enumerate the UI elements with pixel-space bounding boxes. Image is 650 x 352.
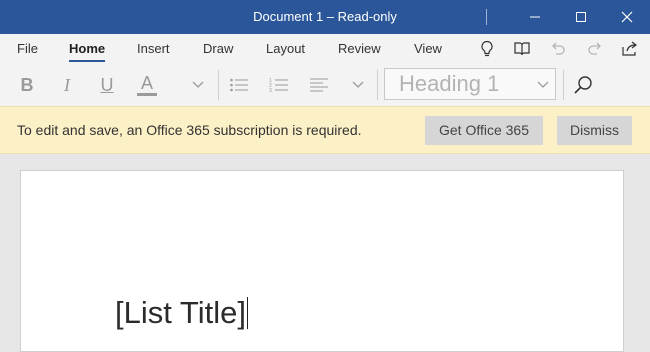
- minimize-button[interactable]: [512, 0, 558, 34]
- share-icon[interactable]: [618, 39, 642, 59]
- maximize-icon: [576, 12, 586, 22]
- vertical-scrollbar[interactable]: [640, 154, 650, 340]
- tab-file[interactable]: File: [17, 34, 38, 64]
- dismiss-button[interactable]: Dismiss: [557, 116, 632, 145]
- find-button[interactable]: [570, 70, 596, 100]
- tab-label: Layout: [266, 41, 306, 56]
- style-dropdown-value: Heading 1: [399, 71, 500, 96]
- formatting-toolbar: B I U A 123 Heading 1: [0, 64, 650, 106]
- tab-layout[interactable]: Layout: [266, 34, 305, 64]
- list-title-content: [List Title]: [115, 295, 246, 330]
- font-options-dropdown[interactable]: [188, 70, 208, 100]
- document-page[interactable]: [List Title]: [20, 170, 624, 352]
- tab-label: View: [414, 41, 442, 56]
- search-icon: [574, 76, 592, 94]
- text-cursor: [246, 297, 249, 329]
- toolbar-divider: [218, 70, 219, 100]
- tab-insert[interactable]: Insert: [137, 34, 170, 64]
- ribbon-tabs: File Home Insert Draw Layout Review View: [0, 34, 650, 64]
- get-office-button[interactable]: Get Office 365: [425, 116, 543, 145]
- svg-text:3: 3: [269, 88, 272, 93]
- tab-home[interactable]: Home: [69, 34, 106, 64]
- italic-button[interactable]: I: [54, 70, 80, 100]
- chevron-down-icon: [352, 81, 364, 88]
- align-left-icon: [310, 78, 328, 92]
- tab-label: File: [17, 41, 38, 56]
- tab-label: Draw: [203, 41, 234, 56]
- minimize-icon: [530, 16, 540, 18]
- bullets-button[interactable]: [226, 70, 252, 100]
- ribbon: File Home Insert Draw Layout Review View…: [0, 34, 650, 106]
- italic-label: I: [64, 74, 70, 95]
- tab-draw[interactable]: Draw: [203, 34, 233, 64]
- maximize-button[interactable]: [558, 0, 604, 34]
- close-icon: [621, 11, 633, 23]
- message-text: To edit and save, an Office 365 subscrip…: [17, 122, 362, 138]
- font-color-swatch: [137, 93, 157, 96]
- undo-icon[interactable]: [546, 39, 570, 59]
- paragraph-options-dropdown[interactable]: [348, 70, 368, 100]
- reading-view-icon[interactable]: [510, 39, 534, 59]
- style-dropdown[interactable]: Heading 1: [384, 68, 556, 100]
- numbered-list-icon: 123: [269, 78, 288, 93]
- lightbulb-icon[interactable]: [475, 39, 499, 59]
- tab-label: Insert: [137, 41, 170, 56]
- redo-icon[interactable]: [583, 39, 607, 59]
- titlebar-separator: [486, 9, 487, 25]
- chevron-down-icon: [192, 81, 204, 88]
- tab-review[interactable]: Review: [338, 34, 381, 64]
- list-title-text[interactable]: [List Title]: [115, 295, 249, 331]
- tab-label: Home: [69, 41, 106, 56]
- align-left-button[interactable]: [306, 70, 332, 100]
- font-color-label: A: [140, 73, 153, 93]
- subscription-message-bar: To edit and save, an Office 365 subscrip…: [0, 106, 650, 154]
- numbering-button[interactable]: 123: [266, 70, 292, 100]
- bullet-list-icon: [230, 78, 248, 92]
- active-tab-indicator: [69, 60, 106, 62]
- toolbar-divider: [377, 70, 378, 100]
- tab-view[interactable]: View: [414, 34, 442, 64]
- underline-button[interactable]: U: [94, 70, 120, 100]
- font-color-button[interactable]: A: [134, 70, 160, 100]
- close-button[interactable]: [604, 0, 650, 34]
- document-canvas: [List Title]: [0, 154, 650, 352]
- bold-label: B: [20, 74, 34, 95]
- title-bar: Document 1 – Read-only: [0, 0, 650, 34]
- tab-label: Review: [338, 41, 381, 56]
- bold-button[interactable]: B: [14, 70, 40, 100]
- chevron-down-icon: [537, 81, 549, 88]
- toolbar-divider: [563, 70, 564, 100]
- underline-label: U: [100, 74, 114, 95]
